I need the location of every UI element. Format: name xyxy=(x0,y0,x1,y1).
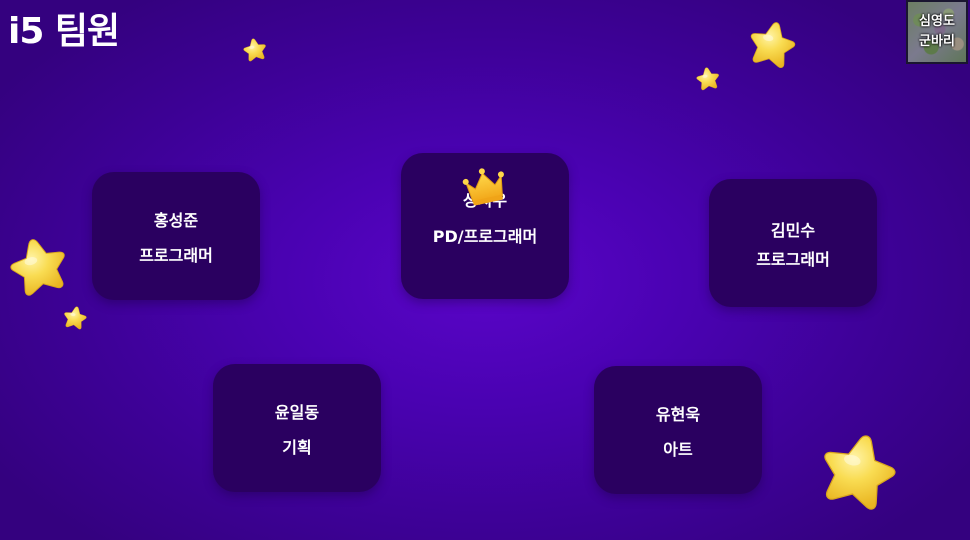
page-title: i5 팀원 xyxy=(8,11,120,52)
member-card-2[interactable]: 성시우 PD/프로그래머 xyxy=(401,153,569,299)
member-name: 김민수 xyxy=(770,220,816,240)
star-icon xyxy=(807,421,909,523)
member-role: 기획 xyxy=(282,437,312,457)
user-badge[interactable]: 심영도 군바리 xyxy=(906,0,968,64)
badge-line-2: 군바리 xyxy=(919,34,955,49)
member-name: 홍성준 xyxy=(153,210,199,230)
star-icon xyxy=(693,64,722,93)
star-icon xyxy=(60,303,90,333)
member-card-1[interactable]: 홍성준 프로그래머 xyxy=(92,172,260,300)
star-icon xyxy=(240,35,270,65)
member-role: 프로그래머 xyxy=(139,245,213,265)
star-icon xyxy=(740,14,804,76)
star-icon xyxy=(0,228,79,306)
member-role: PD/프로그래머 xyxy=(432,227,538,246)
team-page: { "header": { "title": "i5 팀원" }, "badge… xyxy=(0,0,970,540)
member-card-5[interactable]: 유현욱 아트 xyxy=(594,366,762,494)
member-card-3[interactable]: 김민수 프로그래머 xyxy=(709,179,877,307)
member-card-4[interactable]: 윤일동 기획 xyxy=(213,364,381,492)
member-role: 프로그래머 xyxy=(756,249,830,269)
member-name: 윤일동 xyxy=(274,402,320,422)
member-role: 아트 xyxy=(663,439,693,459)
member-name: 유현욱 xyxy=(655,404,701,424)
badge-line-1: 심영도 xyxy=(919,14,955,29)
